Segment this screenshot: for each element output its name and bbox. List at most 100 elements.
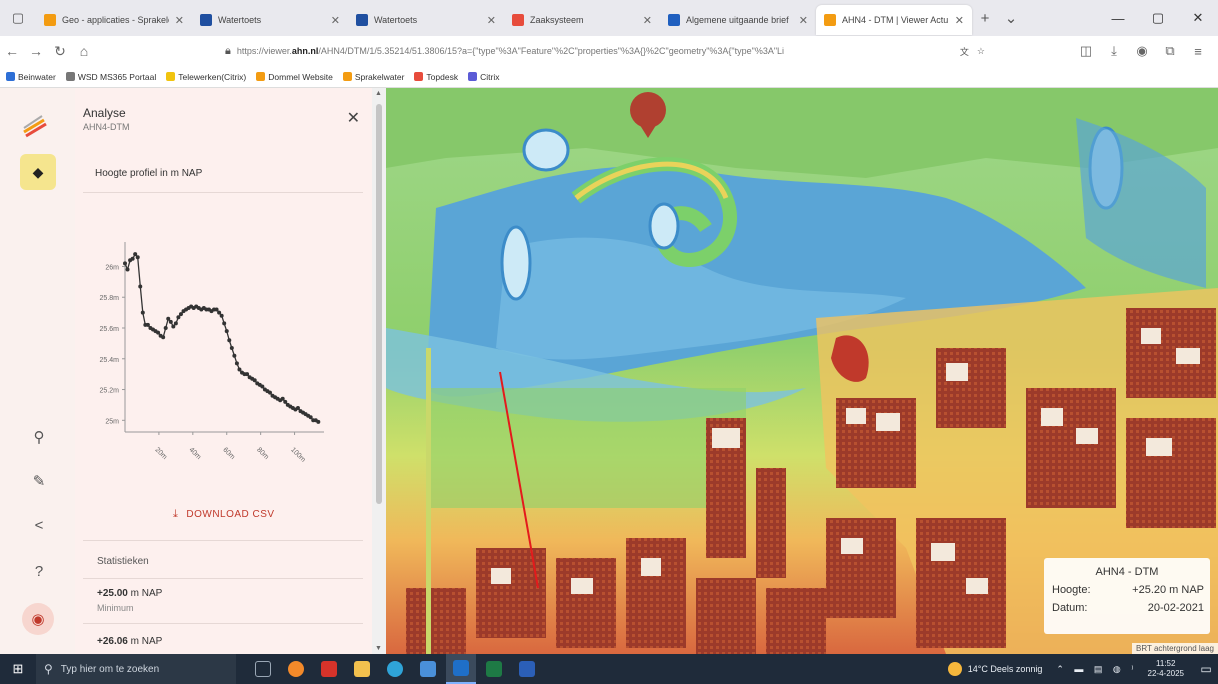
pocket-icon[interactable]: ◫: [1072, 43, 1100, 59]
tab-title: Watertoets: [218, 15, 262, 25]
back-arrow-icon[interactable]: ←: [0, 43, 24, 59]
scrollbar-thumb[interactable]: [376, 104, 382, 504]
close-tab-icon[interactable]: ✕: [643, 14, 652, 27]
account-icon[interactable]: ◉: [1128, 43, 1156, 59]
search-icon: ⚲: [33, 429, 45, 446]
close-icon[interactable]: ✕: [347, 108, 360, 128]
forward-arrow-icon[interactable]: →: [24, 43, 48, 59]
close-tab-icon[interactable]: ✕: [331, 14, 340, 27]
browser-tab[interactable]: Geo - applicaties - Sprakelen ✕: [36, 5, 192, 35]
firefox-taskbar-button[interactable]: [281, 654, 311, 684]
browser-tab[interactable]: Watertoets ✕: [348, 5, 504, 35]
profile-point: [222, 321, 227, 326]
bookmark-label: WSD MS365 Portaal: [77, 71, 157, 82]
clock[interactable]: 11:52 22-4-2025: [1148, 659, 1184, 679]
task-view-button[interactable]: [248, 654, 278, 684]
browser-tab[interactable]: Zaaksysteem ✕: [504, 5, 660, 35]
close-tab-icon[interactable]: ✕: [955, 14, 964, 27]
help-button[interactable]: ?: [26, 558, 52, 584]
bookmark-item[interactable]: Citrix: [468, 72, 499, 82]
layers-button[interactable]: ◆: [20, 154, 56, 190]
minimize-button[interactable]: —: [1098, 0, 1138, 36]
tray-icons[interactable]: ⌃ ▬ ▤ ◍ ⁾: [1056, 664, 1137, 675]
bookmark-item[interactable]: Beinwater: [6, 72, 56, 82]
clock-date: 22-4-2025: [1147, 669, 1184, 678]
reload-icon[interactable]: ↻: [48, 43, 72, 60]
start-button[interactable]: ⊞: [0, 654, 36, 684]
excel-icon: [486, 661, 502, 677]
bookmark-item[interactable]: Dommel Website: [256, 72, 333, 82]
tab-list-chevron-icon[interactable]: ⌄: [998, 9, 1024, 27]
tab-overview-icon[interactable]: ▢: [0, 0, 36, 36]
bookmark-label: Citrix: [480, 71, 500, 82]
menu-icon[interactable]: ≡: [1184, 44, 1212, 59]
clock-time: 11:52: [1156, 659, 1176, 668]
calculator-icon: [420, 661, 436, 677]
download-csv-label: DOWNLOAD CSV: [186, 509, 275, 520]
edge-taskbar-button[interactable]: [380, 654, 410, 684]
search-button[interactable]: ⚲: [26, 424, 52, 450]
acrobat-taskbar-button[interactable]: [314, 654, 344, 684]
browser-tab[interactable]: Watertoets ✕: [192, 5, 348, 35]
divider: [83, 623, 363, 624]
weather-widget[interactable]: 14°C Deels zonnig: [947, 662, 1042, 676]
bookmark-star-icon[interactable]: ☆: [977, 46, 985, 57]
profile-point: [217, 310, 222, 315]
panel-scrollbar[interactable]: ▲ ▼: [372, 88, 386, 654]
folder-icon: [354, 661, 370, 677]
extensions-icon[interactable]: ⧉: [1156, 43, 1184, 59]
close-tab-icon[interactable]: ✕: [487, 14, 496, 27]
profile-point: [135, 255, 140, 260]
download-csv-button[interactable]: ⤓ DOWNLOAD CSV: [173, 508, 275, 521]
browser-tab[interactable]: AHN4 - DTM | Viewer Actu ✕: [816, 5, 972, 35]
tab-title: Geo - applicaties - Sprakelen: [62, 15, 169, 25]
profile-point: [173, 321, 178, 326]
share-button[interactable]: <: [26, 512, 52, 538]
icon-rail: ◆ ⚲ ✎ < ? ◉: [0, 88, 75, 654]
explorer-taskbar-button[interactable]: [347, 654, 377, 684]
excel-taskbar-button[interactable]: [479, 654, 509, 684]
profile-heading: Hoogte profiel in m NAP: [95, 168, 203, 179]
bookmark-item[interactable]: Sprakelwater: [342, 72, 404, 82]
windows-taskbar: ⊞ ⚲ Typ hier om te zoeken 14°C Deels zon…: [0, 654, 1218, 684]
location-button[interactable]: ◉: [22, 603, 54, 635]
bookmark-item[interactable]: WSD MS365 Portaal: [65, 71, 157, 82]
profile-point: [138, 284, 143, 289]
browser-tab[interactable]: Algemene uitgaande brief ✕: [660, 5, 816, 35]
bookmark-item[interactable]: Topdesk: [414, 72, 458, 82]
taskbar-search[interactable]: ⚲ Typ hier om te zoeken: [36, 654, 236, 684]
address-bar[interactable]: 🔒︎ https://viewer.ahn.nl/AHN4/DTM/1/5.35…: [225, 39, 985, 63]
panel-title: Analyse: [83, 106, 126, 120]
outlook-taskbar-button[interactable]: [446, 654, 476, 684]
y-tick-label: 25.8m: [100, 295, 120, 302]
downloads-icon[interactable]: ⤓: [1100, 43, 1128, 59]
tab-title: Algemene uitgaande brief: [686, 15, 789, 25]
measure-button[interactable]: ✎: [26, 468, 52, 494]
notifications-icon[interactable]: ▭: [1194, 662, 1218, 676]
close-tab-icon[interactable]: ✕: [799, 14, 808, 27]
y-tick-label: 26m: [105, 264, 119, 271]
scroll-up-icon[interactable]: ▲: [375, 90, 382, 97]
map-attribution[interactable]: BRT achtergrond laag: [1132, 643, 1218, 654]
taskbar-search-placeholder: Typ hier om te zoeken: [60, 663, 160, 675]
divider: [83, 540, 363, 541]
close-window-button[interactable]: ✕: [1178, 0, 1218, 36]
scroll-down-icon[interactable]: ▼: [375, 645, 382, 652]
new-tab-button[interactable]: +: [972, 10, 998, 27]
calculator-taskbar-button[interactable]: [413, 654, 443, 684]
x-tick-label: 40m: [187, 446, 202, 461]
elevation-map[interactable]: AHN4 - DTM Hoogte: +25.20 m NAP Datum: 2…: [386, 88, 1218, 654]
bookmark-label: Dommel Website: [268, 71, 333, 82]
g-icon: [200, 14, 212, 26]
weather-sun-icon: [947, 662, 962, 676]
word-taskbar-button[interactable]: [512, 654, 542, 684]
bookmark-item[interactable]: Telewerken(Citrix): [166, 72, 246, 82]
translate-icon[interactable]: 文: [960, 45, 969, 58]
profile-point: [140, 310, 145, 315]
window-controls: — ▢ ✕: [1098, 0, 1218, 36]
maximize-button[interactable]: ▢: [1138, 0, 1178, 36]
profile-point: [252, 378, 257, 383]
home-icon[interactable]: ⌂: [72, 43, 96, 59]
close-tab-icon[interactable]: ✕: [175, 14, 184, 27]
firefox-icon: [288, 661, 304, 677]
